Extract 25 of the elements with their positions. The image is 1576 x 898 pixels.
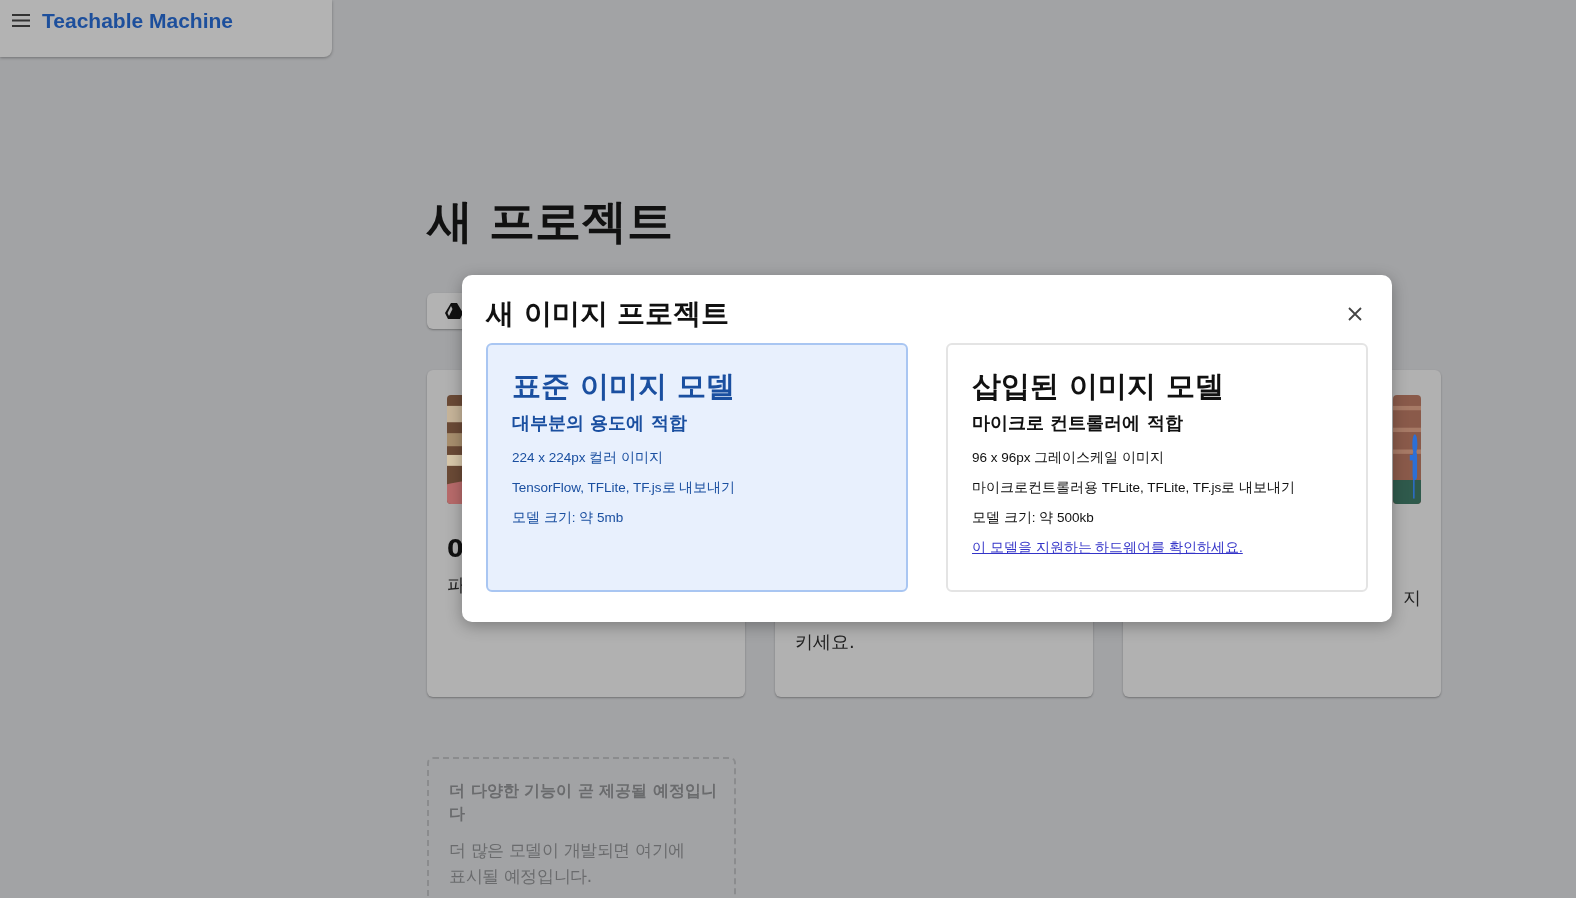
coming-soon-title: 더 다양한 기능이 곧 제공될 예정입니다: [449, 780, 718, 825]
coming-soon-text: 더 많은 모델이 개발되면 여기에 표시될 예정입니다.: [449, 839, 686, 888]
option-subtitle: 마이크로 컨트롤러에 적합: [972, 411, 1184, 435]
menu-icon[interactable]: [12, 14, 30, 27]
card-description: 파: [447, 574, 465, 595]
app-title[interactable]: Teachable Machine: [42, 9, 233, 33]
dialog-title: 새 이미지 프로젝트: [486, 296, 730, 332]
card-description: 지: [1403, 587, 1421, 608]
option-detail: 224 x 224px 컬러 이미지: [512, 449, 665, 467]
option-detail: 마이크로컨트롤러용 TFLite, TFLite, TF.js로 내보내기: [972, 479, 1297, 497]
option-title: 삽입된 이미지 모델: [972, 368, 1226, 405]
option-detail: 모델 크기: 약 500kb: [972, 509, 1095, 527]
option-detail: TensorFlow, TFLite, TF.js로 내보내기: [512, 479, 737, 497]
model-option[interactable]: 삽입된 이미지 모델 마이크로 컨트롤러에 적합 96 x 96px 그레이스케일 이미지 마이크로컨트롤러용 TFLite, TFLite, TF.js로 내보내기 모델 크기: 약 500kb 이 모델을 지원하는 하드웨어를 확인하세요.: [946, 343, 1368, 592]
option-detail: 96 x 96px 그레이스케일 이미지: [972, 449, 1166, 467]
card-description: 키세요.: [795, 631, 855, 652]
card-title: 0: [447, 534, 465, 564]
model-option[interactable]: 표준 이미지 모델 대부분의 용도에 적합 224 x 224px 컬러 이미지 TensorFlow, TFLite, TF.js로 내보내기 모델 크기: 약 5mb: [486, 343, 908, 592]
option-detail: 모델 크기: 약 5mb: [512, 509, 625, 527]
option-subtitle: 대부분의 용도에 적합: [512, 411, 688, 435]
page-title: 새 프로젝트: [427, 193, 674, 249]
hardware-link[interactable]: 이 모델을 지원하는 하드웨어를 확인하세요.: [972, 540, 1243, 555]
close-icon: [1348, 307, 1362, 321]
option-title: 표준 이미지 모델: [512, 368, 737, 405]
drive-icon: [445, 303, 463, 319]
